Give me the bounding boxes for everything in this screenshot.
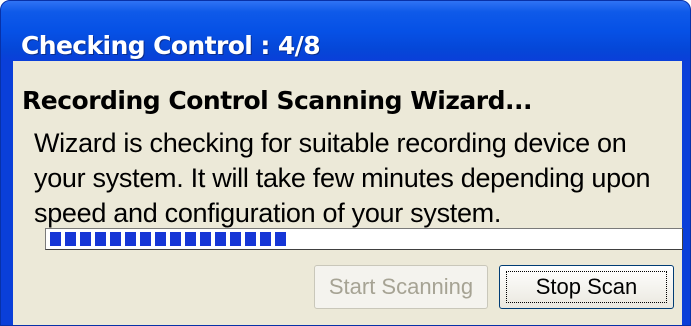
progress-fill	[50, 232, 286, 246]
stop-scan-label: Stop Scan	[506, 271, 667, 303]
description-line-1: Wizard is checking for suitable recordin…	[34, 128, 627, 158]
wizard-description: Wizard is checking for suitable recordin…	[34, 126, 684, 231]
description-line-3: speed and configuration of your system.	[34, 198, 502, 228]
title-bar[interactable]: Checking Control : 4/8	[1, 1, 690, 61]
start-scanning-button[interactable]: Start Scanning	[314, 265, 488, 309]
scan-progress-bar	[45, 228, 683, 250]
stop-scan-button[interactable]: Stop Scan	[499, 265, 674, 309]
description-line-2: your system. It will take few minutes de…	[34, 163, 651, 193]
window-title: Checking Control : 4/8	[21, 31, 321, 60]
wizard-heading: Recording Control Scanning Wizard...	[22, 86, 532, 115]
